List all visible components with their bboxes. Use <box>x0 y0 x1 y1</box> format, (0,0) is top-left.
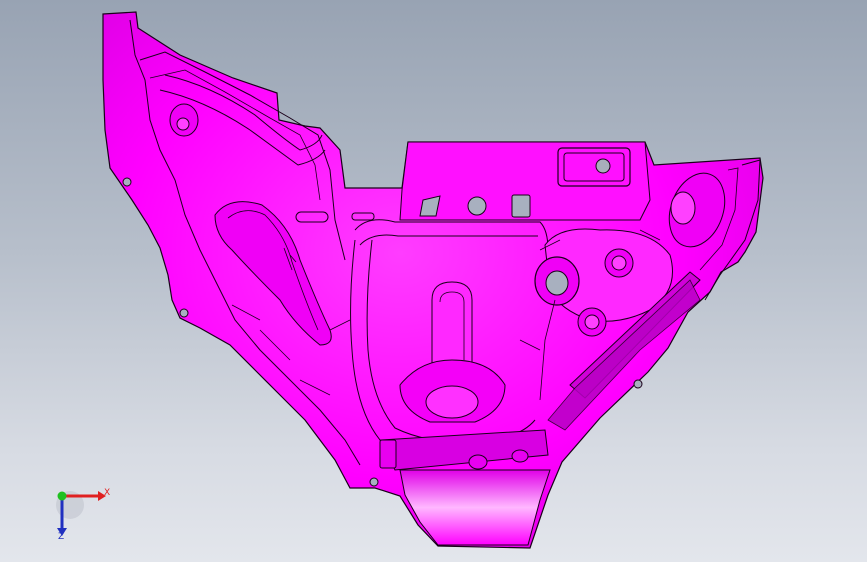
sheet-metal-part-model[interactable] <box>0 0 867 562</box>
right-tab-hole <box>633 379 643 389</box>
axis-triad: X Z <box>40 478 120 548</box>
bottom-clip-left <box>379 439 397 469</box>
left-tab-hole-2 <box>179 308 189 318</box>
window-hole-3 <box>511 194 531 218</box>
right-boss-lower-inner <box>584 314 600 330</box>
bottom-tab-hole <box>369 477 379 487</box>
window-hole-2 <box>467 196 487 216</box>
bottom-clip-right <box>511 449 529 463</box>
upper-left-hole <box>176 117 190 131</box>
right-boss-upper-inner <box>611 255 627 271</box>
bottom-clip-mid <box>468 454 488 470</box>
left-tab-hole-1 <box>122 177 132 187</box>
x-axis-label: X <box>104 488 111 498</box>
lower-bowl <box>399 469 551 546</box>
right-upper-dome-inner <box>670 191 696 225</box>
right-boss-large-hole <box>545 270 569 296</box>
top-tab-hole <box>595 158 611 174</box>
z-axis-label: Z <box>58 532 65 542</box>
graphics-viewport[interactable]: X Z <box>0 0 867 562</box>
central-recess <box>425 385 479 419</box>
